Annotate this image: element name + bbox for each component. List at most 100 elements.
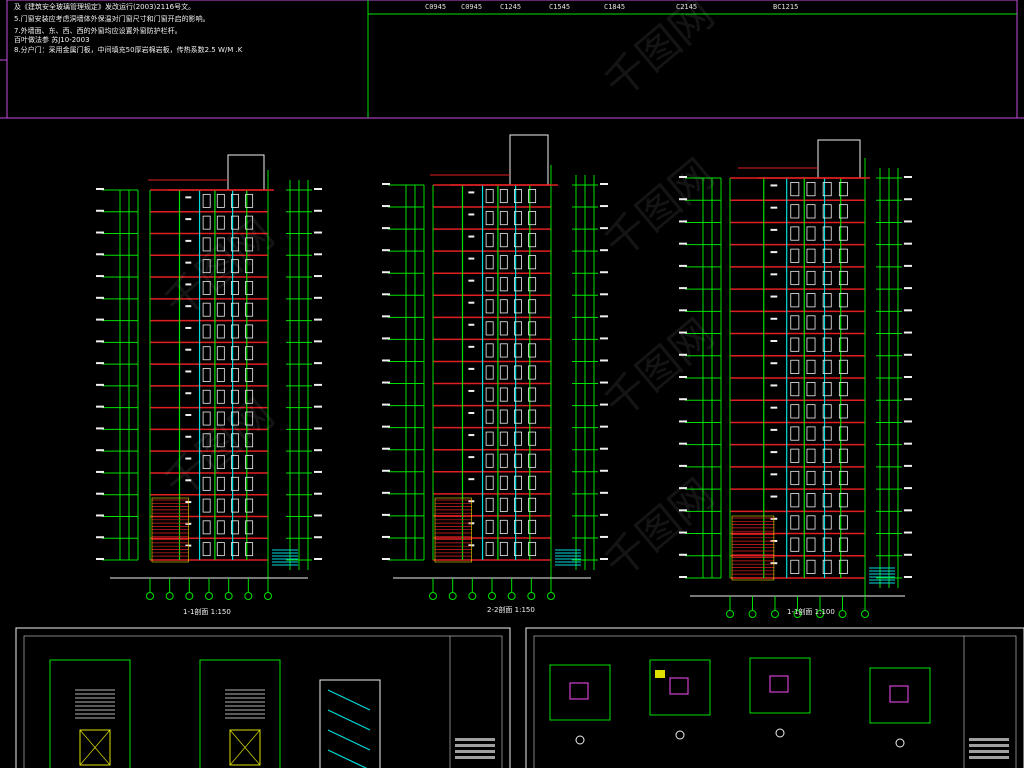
axis-bubble bbox=[771, 610, 779, 618]
window-code: C0945 bbox=[425, 3, 447, 11]
window bbox=[202, 542, 211, 557]
level-text bbox=[314, 340, 322, 343]
window bbox=[485, 277, 494, 292]
building-section bbox=[96, 154, 322, 600]
roof-tower bbox=[509, 134, 549, 186]
level-text bbox=[600, 183, 608, 185]
window bbox=[806, 226, 816, 241]
axis-bubble bbox=[748, 610, 757, 618]
level-text bbox=[904, 531, 912, 534]
highlight-mark bbox=[655, 670, 665, 678]
axis-bubble bbox=[429, 592, 437, 600]
watermark-logo: 千图网 bbox=[155, 209, 283, 328]
room-label bbox=[770, 473, 778, 476]
axis-bubble bbox=[448, 592, 457, 600]
level-text bbox=[314, 558, 322, 560]
building-section bbox=[679, 139, 912, 618]
bathroom-fixture bbox=[669, 677, 689, 695]
window bbox=[806, 248, 816, 263]
window bbox=[790, 382, 800, 397]
level-text bbox=[96, 558, 104, 560]
level-text bbox=[96, 231, 104, 234]
level-text bbox=[314, 296, 322, 299]
window bbox=[806, 448, 816, 463]
window bbox=[806, 182, 816, 197]
level-text bbox=[382, 337, 390, 340]
level-text bbox=[904, 198, 912, 201]
window bbox=[806, 537, 816, 552]
detail-sheet bbox=[525, 627, 1024, 768]
unit-plan bbox=[549, 664, 611, 721]
window bbox=[216, 368, 225, 382]
watermark-logo: 千图网 bbox=[595, 309, 723, 428]
window bbox=[499, 541, 508, 556]
detail-sheet bbox=[15, 627, 511, 768]
window bbox=[499, 409, 508, 424]
level-text bbox=[314, 449, 322, 452]
level-text bbox=[96, 449, 104, 452]
window bbox=[216, 215, 225, 230]
window bbox=[499, 387, 508, 402]
room-label bbox=[770, 273, 778, 276]
level-text bbox=[600, 293, 608, 296]
level-text bbox=[679, 553, 687, 556]
axis-bubble bbox=[165, 592, 174, 600]
room-label bbox=[770, 362, 778, 365]
window bbox=[216, 346, 225, 361]
level-text bbox=[600, 271, 608, 274]
level-text bbox=[314, 514, 322, 517]
window-code: C1545 bbox=[549, 3, 571, 11]
note-line: 8.分户门：采用金属门板，中间填充50厚岩棉岩板，传热系数2.5 W/M .K bbox=[14, 46, 243, 54]
bathroom-fixture bbox=[889, 685, 909, 703]
level-text bbox=[314, 188, 322, 190]
detail-bubble bbox=[675, 730, 685, 740]
room-label bbox=[185, 348, 192, 351]
level-text bbox=[600, 249, 608, 252]
level-text bbox=[600, 513, 608, 516]
room-label bbox=[185, 392, 192, 395]
title-block-row bbox=[969, 738, 1009, 741]
section-label: 1-1剖面 1:150 bbox=[183, 608, 231, 616]
section-label: 1-1剖面 1:100 bbox=[787, 608, 835, 616]
level-text bbox=[96, 340, 104, 343]
level-text bbox=[904, 176, 912, 178]
room-label bbox=[468, 456, 475, 459]
window bbox=[485, 453, 494, 468]
level-text bbox=[96, 362, 104, 365]
window bbox=[790, 315, 800, 330]
room-label bbox=[770, 251, 778, 254]
level-text bbox=[314, 275, 322, 278]
room-label bbox=[770, 406, 778, 409]
window bbox=[806, 337, 816, 352]
window bbox=[806, 293, 816, 308]
level-text bbox=[96, 209, 104, 212]
window bbox=[202, 389, 211, 404]
stair-flight bbox=[327, 709, 371, 731]
window bbox=[806, 559, 816, 574]
window bbox=[790, 248, 800, 263]
level-text bbox=[314, 362, 322, 365]
axis-bubble bbox=[726, 610, 734, 618]
title-block-row bbox=[969, 750, 1009, 753]
window-code: C2145 bbox=[676, 3, 698, 11]
level-text bbox=[600, 425, 608, 428]
level-text bbox=[314, 253, 322, 256]
window bbox=[202, 368, 211, 382]
window bbox=[202, 324, 211, 339]
level-text bbox=[904, 553, 912, 556]
room-label bbox=[468, 191, 475, 194]
roof-tower bbox=[227, 154, 265, 191]
level-text bbox=[96, 470, 104, 473]
watermark-layer: 千图网千图网千图网千图网千图网千图网 bbox=[155, 0, 723, 588]
window bbox=[790, 359, 800, 374]
level-text bbox=[96, 383, 104, 386]
room-label bbox=[468, 257, 475, 260]
window bbox=[790, 337, 800, 352]
roof-tower bbox=[817, 139, 861, 179]
level-text bbox=[904, 287, 912, 290]
room-label bbox=[770, 428, 778, 431]
window bbox=[790, 404, 800, 419]
window bbox=[216, 498, 225, 513]
level-text bbox=[314, 492, 322, 495]
window bbox=[499, 365, 508, 380]
